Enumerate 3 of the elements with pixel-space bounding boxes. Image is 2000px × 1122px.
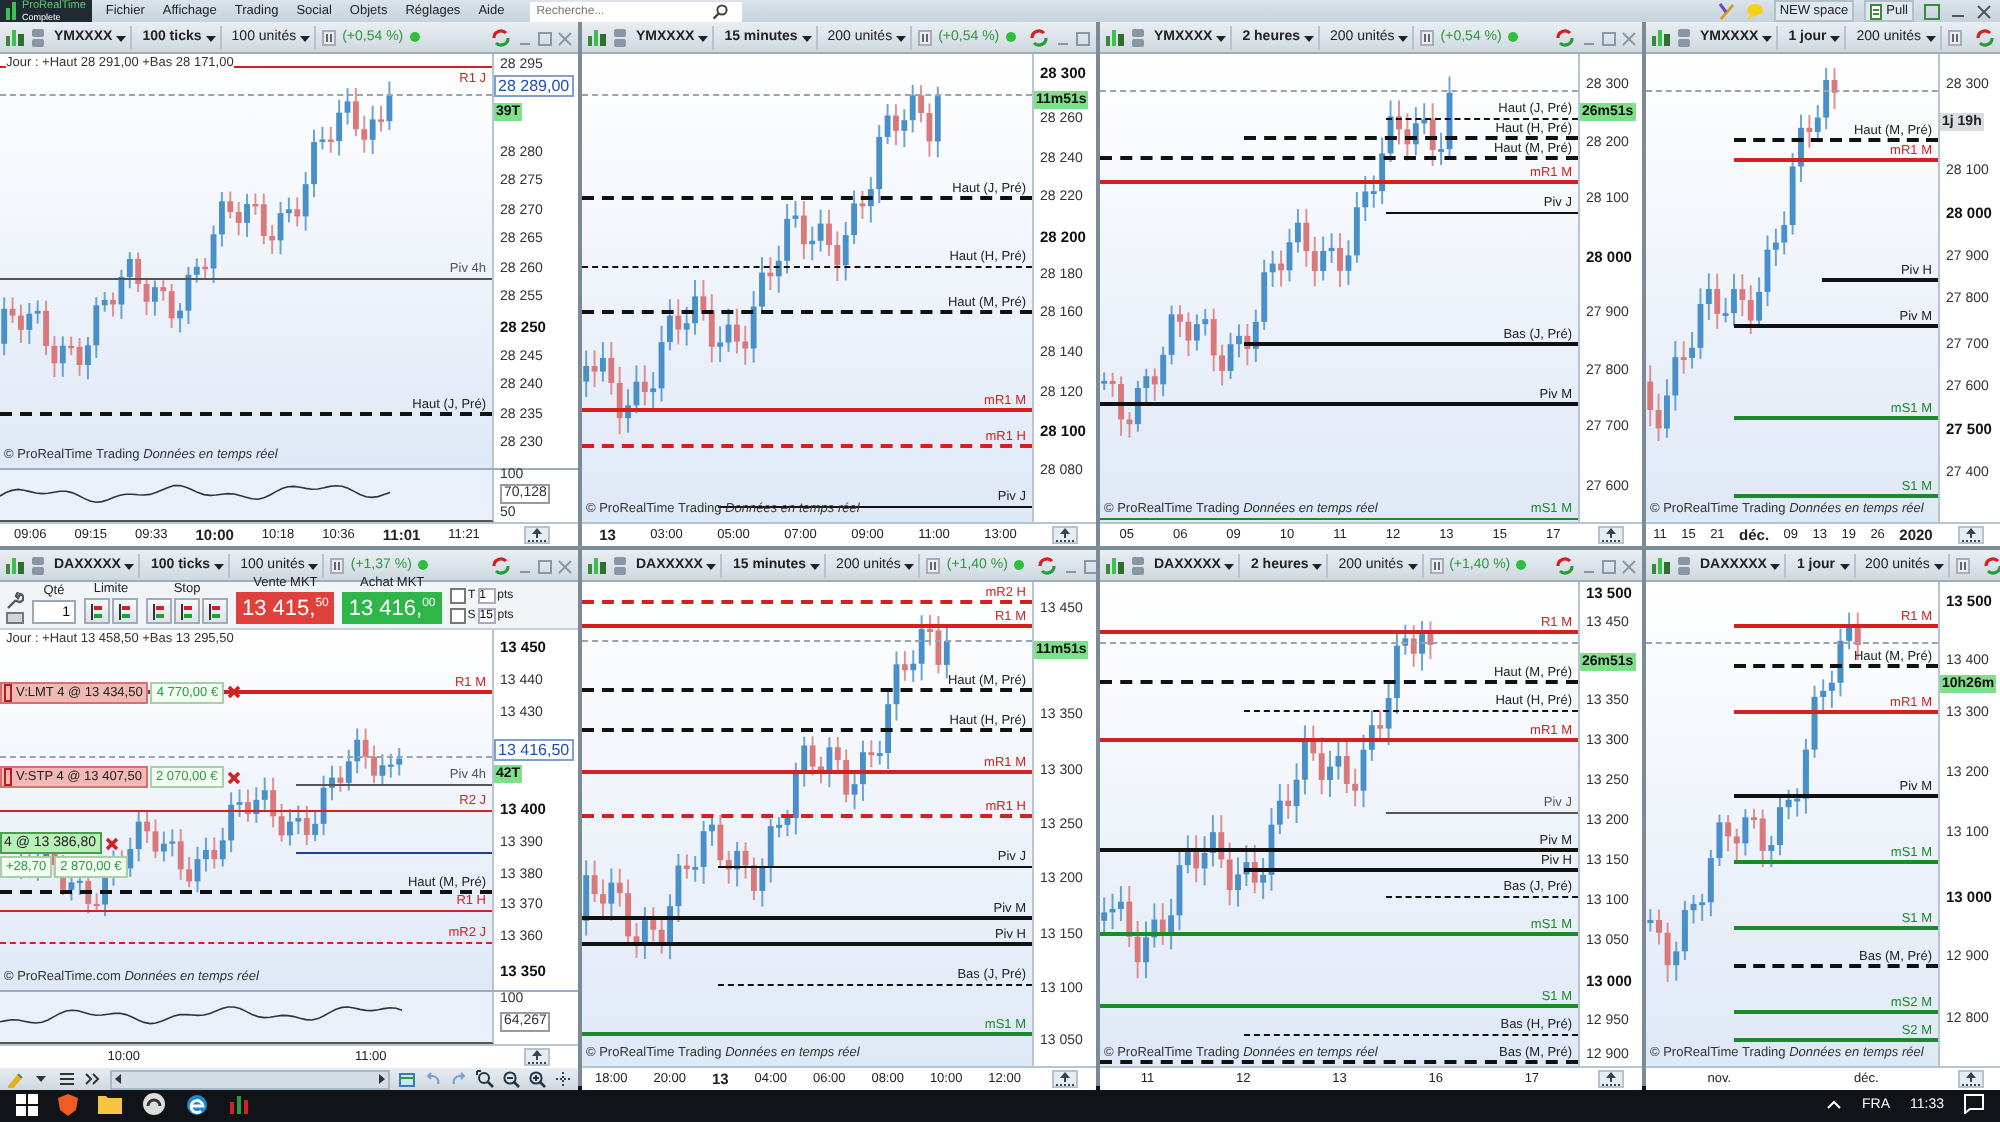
price-badge: 28 289,00 xyxy=(494,74,574,97)
sell-market-button[interactable]: 13 415,$^{50}$ xyxy=(236,592,335,624)
price-badge: 13 416,50 xyxy=(494,739,574,762)
